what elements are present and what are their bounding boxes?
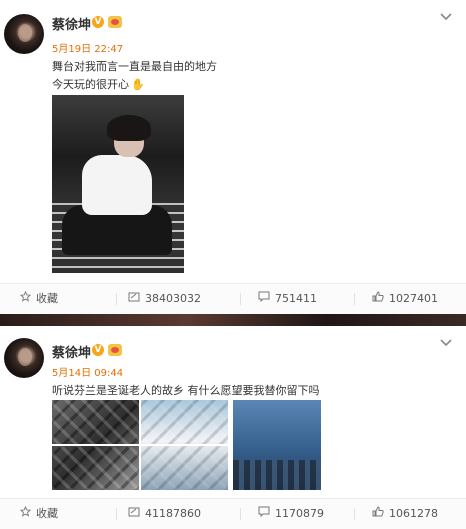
verified-badge: V xyxy=(92,344,104,356)
repost-icon xyxy=(128,499,140,529)
post-photo-3[interactable] xyxy=(233,400,321,490)
post-text-line-2: 今天玩的很开心 ✋ xyxy=(52,76,145,92)
weibo-post-1: 蔡徐坤 V 5月19日 22:47 舞台对我而言一直是最自由的地方 今天玩的很开… xyxy=(0,0,466,314)
fan-badge-icon xyxy=(108,16,122,28)
fan-badge-icon xyxy=(108,344,122,356)
repost-button[interactable]: 38403032 xyxy=(128,284,201,314)
post-photo[interactable] xyxy=(52,95,184,273)
avatar[interactable] xyxy=(4,14,44,54)
favorite-label: 收藏 xyxy=(36,507,58,520)
repost-count: 38403032 xyxy=(145,292,201,305)
comment-count: 1170879 xyxy=(275,507,324,520)
author-name[interactable]: 蔡徐坤 xyxy=(52,342,91,361)
repost-icon xyxy=(128,284,140,314)
like-icon xyxy=(372,499,384,529)
favorite-label: 收藏 xyxy=(36,292,58,305)
verified-badge: V xyxy=(92,16,104,28)
chevron-down-icon[interactable] xyxy=(440,338,452,348)
action-bar: 收藏 38403032 751411 1027401 xyxy=(0,283,466,314)
star-icon xyxy=(19,284,32,314)
avatar[interactable] xyxy=(4,338,44,378)
star-icon xyxy=(19,499,32,529)
repost-button[interactable]: 41187860 xyxy=(128,499,201,529)
wave-hand-emoji-icon: ✋ xyxy=(131,78,145,91)
like-button[interactable]: 1027401 xyxy=(372,284,438,314)
like-count: 1061278 xyxy=(389,507,438,520)
like-icon xyxy=(372,284,384,314)
favorite-button[interactable]: 收藏 xyxy=(19,499,58,529)
divider-banner xyxy=(0,314,466,326)
comment-button[interactable]: 1170879 xyxy=(258,499,324,529)
action-bar: 收藏 41187860 1170879 1061278 xyxy=(0,498,466,529)
comment-icon xyxy=(258,499,270,529)
chevron-down-icon[interactable] xyxy=(440,12,452,22)
comment-count: 751411 xyxy=(275,292,317,305)
post-time[interactable]: 5月19日 22:47 xyxy=(52,40,123,55)
author-name[interactable]: 蔡徐坤 xyxy=(52,14,91,33)
post-text-line-1: 舞台对我而言一直是最自由的地方 xyxy=(52,60,217,73)
post-time[interactable]: 5月14日 09:44 xyxy=(52,364,123,379)
like-button[interactable]: 1061278 xyxy=(372,499,438,529)
comment-button[interactable]: 751411 xyxy=(258,284,317,314)
repost-count: 41187860 xyxy=(145,507,201,520)
post-text-line-1: 听说芬兰是圣诞老人的故乡 有什么愿望要我替你留下吗 xyxy=(52,384,320,397)
post-text-line-2-content: 今天玩的很开心 xyxy=(52,78,129,91)
comment-icon xyxy=(258,284,270,314)
like-count: 1027401 xyxy=(389,292,438,305)
favorite-button[interactable]: 收藏 xyxy=(19,284,58,314)
